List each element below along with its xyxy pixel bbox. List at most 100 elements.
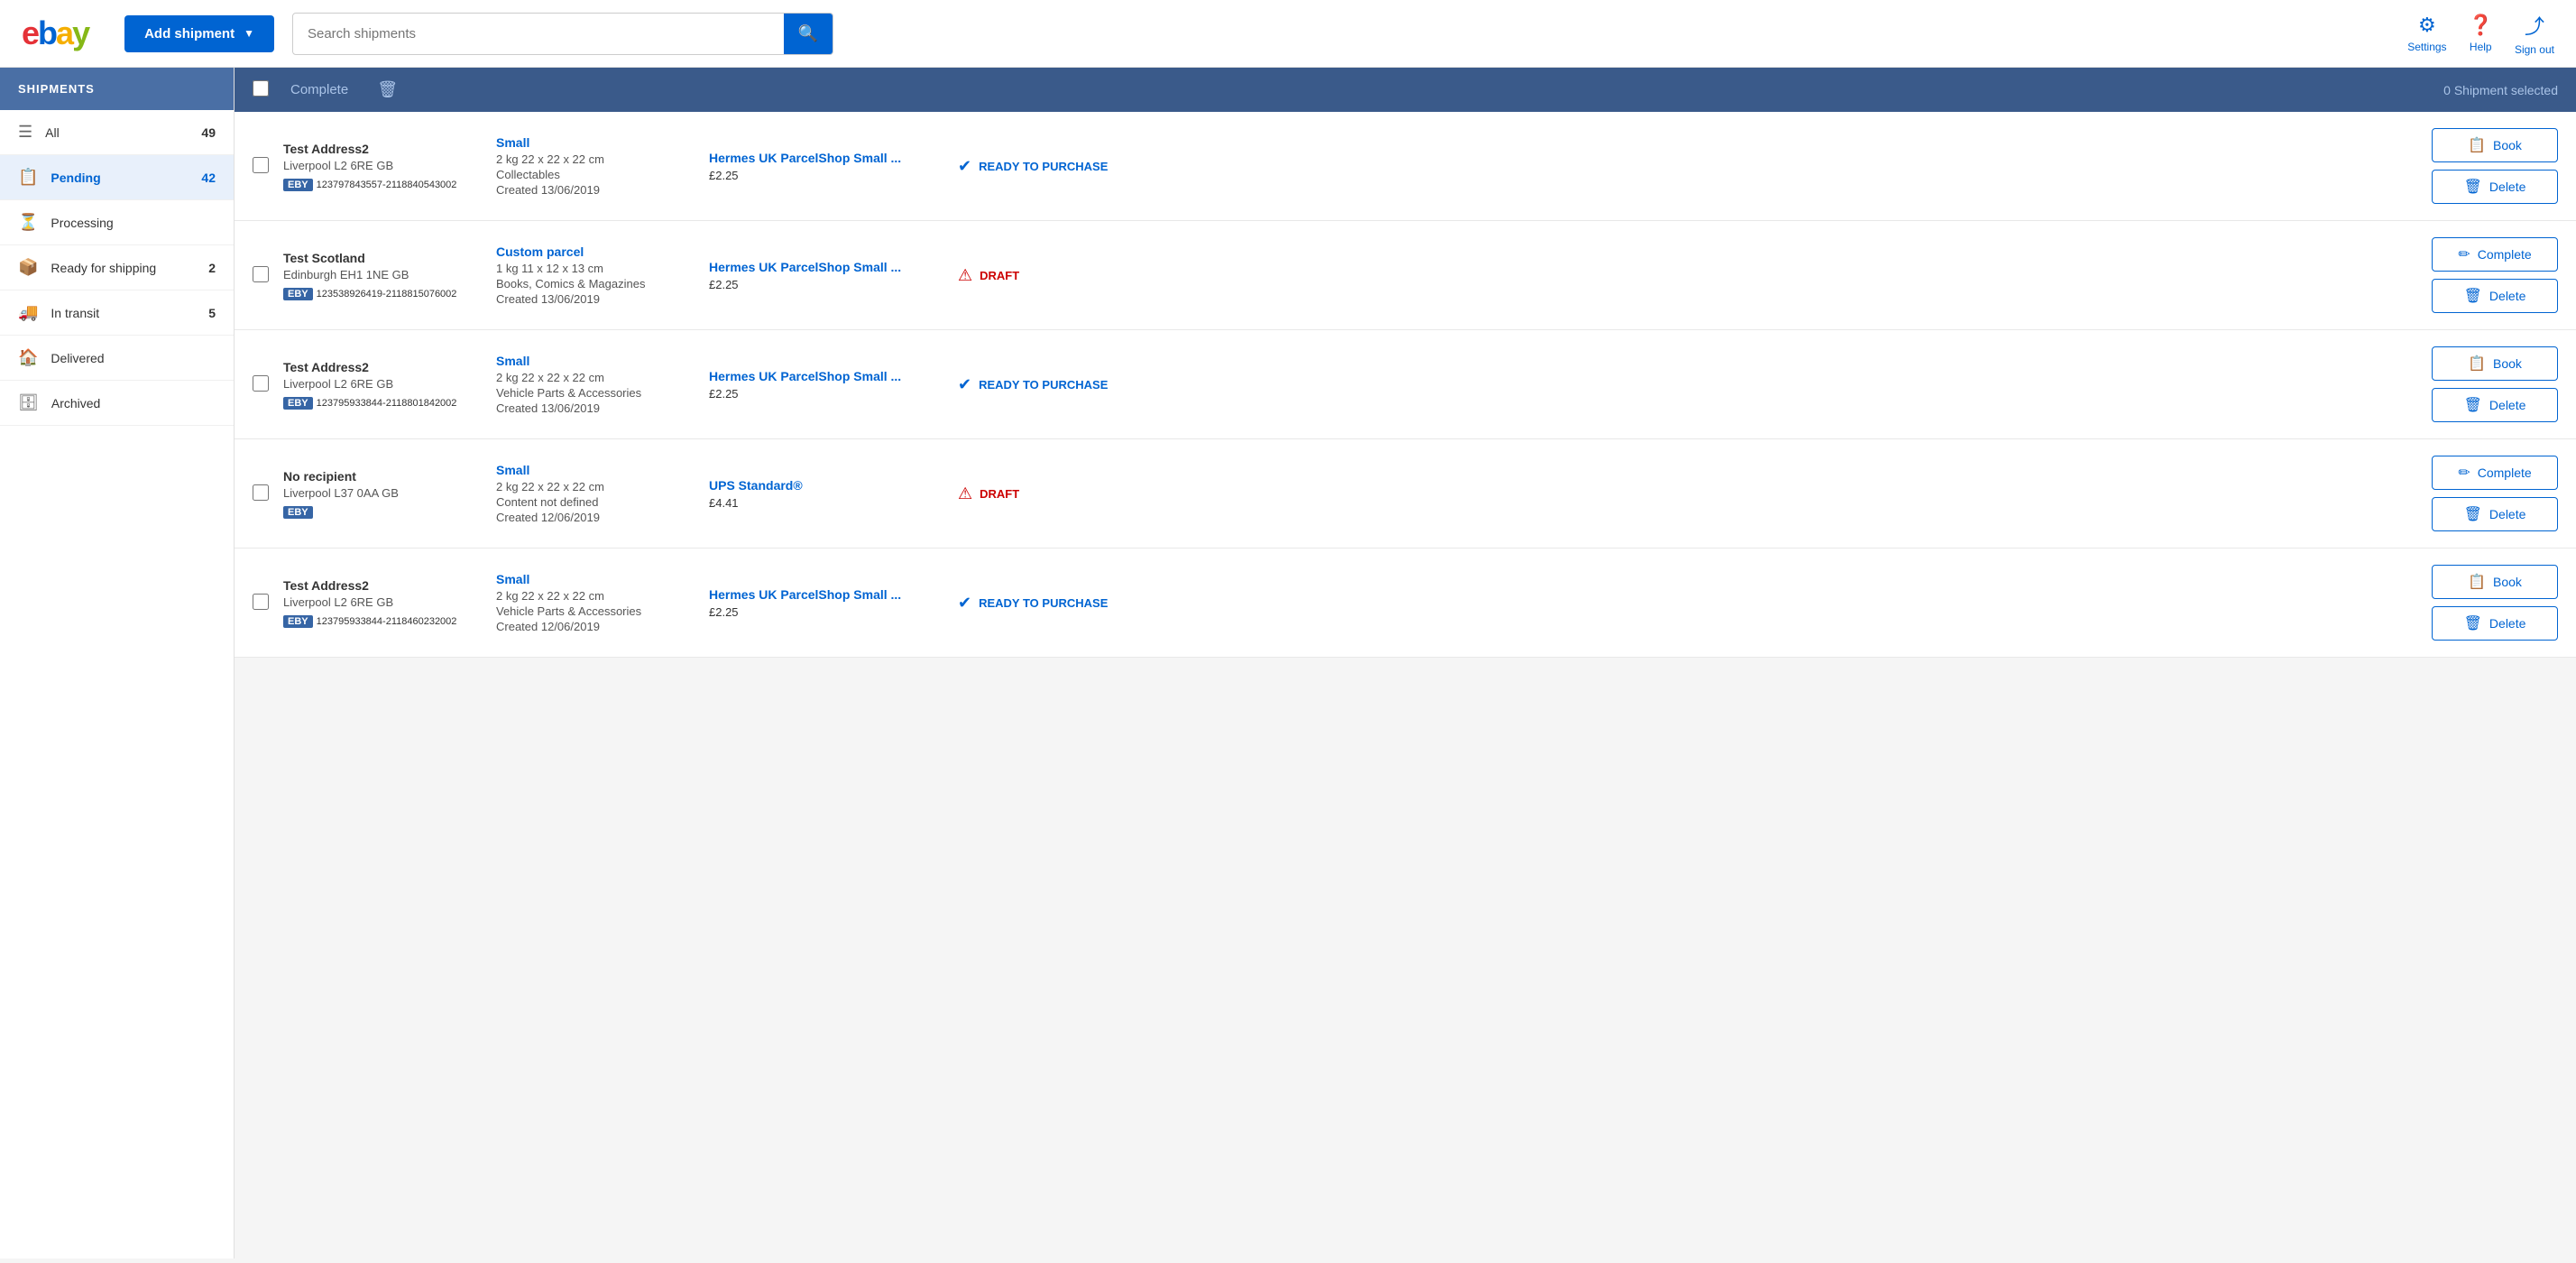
shipment-list: Test Address2 Liverpool L2 6RE GB EBY 123… xyxy=(235,112,2576,658)
sidebar-item-archived[interactable]: 🗄 Archived xyxy=(0,381,234,426)
row-checkbox-5[interactable] xyxy=(253,594,269,613)
address-city-1: Liverpool L2 6RE GB xyxy=(283,159,482,172)
toolbar-delete-button[interactable]: 🗑 xyxy=(370,77,405,103)
trash-icon: 🗑 xyxy=(377,80,398,98)
service-col-4: UPS Standard® £4.41 xyxy=(709,478,943,510)
service-price-5: £2.25 xyxy=(709,605,943,619)
actions-col-4: ✏ Complete 🗑 Delete xyxy=(1153,456,2558,531)
tracking-2: 123538926419-2118815076002 xyxy=(317,289,457,300)
sidebar-item-all[interactable]: ☰ All 49 xyxy=(0,110,234,155)
delete-button-1[interactable]: 🗑 Delete xyxy=(2432,170,2558,204)
parcel-col-1: Small 2 kg 22 x 22 x 22 cm Collectables … xyxy=(496,135,695,197)
row-checkbox-1[interactable] xyxy=(253,157,269,176)
book-button-5[interactable]: 📋 Book xyxy=(2432,565,2558,599)
delete-icon-3: 🗑 xyxy=(2464,396,2482,414)
book-button-3[interactable]: 📋 Book xyxy=(2432,346,2558,381)
delete-button-4[interactable]: 🗑 Delete xyxy=(2432,497,2558,531)
delete-icon-4: 🗑 xyxy=(2464,505,2482,523)
sidebar-label-transit: In transit xyxy=(51,306,208,320)
status-col-3: ✔ READY TO PURCHASE xyxy=(958,375,1138,394)
parcel-type-1: Small xyxy=(496,135,695,150)
status-col-4: ⚠ DRAFT xyxy=(958,484,1138,503)
badge-2: EBY xyxy=(283,288,313,300)
check-icon-1: ✔ xyxy=(958,157,971,176)
delete-label-1: Delete xyxy=(2489,180,2525,194)
status-label-1: READY TO PURCHASE xyxy=(979,160,1108,173)
address-name-1: Test Address2 xyxy=(283,142,482,156)
help-nav[interactable]: ❓ Help xyxy=(2469,14,2493,53)
sidebar-count-pending: 42 xyxy=(201,171,216,185)
sidebar: SHIPMENTS ☰ All 49 📋 Pending 42 ⏳ Proces… xyxy=(0,68,235,1258)
row-checkbox-4[interactable] xyxy=(253,484,269,503)
sidebar-item-transit[interactable]: 🚚 In transit 5 xyxy=(0,290,234,336)
parcel-col-3: Small 2 kg 22 x 22 x 22 cm Vehicle Parts… xyxy=(496,354,695,415)
sidebar-label-archived: Archived xyxy=(51,396,216,410)
sidebar-title: SHIPMENTS xyxy=(0,68,234,110)
delete-icon-2: 🗑 xyxy=(2464,287,2482,305)
badge-1: EBY xyxy=(283,179,313,191)
book-label-1: Book xyxy=(2493,138,2522,152)
ebay-logo: ebay xyxy=(22,14,88,52)
address-col-1: Test Address2 Liverpool L2 6RE GB EBY123… xyxy=(283,142,482,191)
delete-button-3[interactable]: 🗑 Delete xyxy=(2432,388,2558,422)
parcel-type-4: Small xyxy=(496,463,695,477)
delete-button-5[interactable]: 🗑 Delete xyxy=(2432,606,2558,641)
complete-button-2[interactable]: ✏ Complete xyxy=(2432,237,2558,272)
delete-button-2[interactable]: 🗑 Delete xyxy=(2432,279,2558,313)
parcel-dims-4: 2 kg 22 x 22 x 22 cm xyxy=(496,480,695,493)
service-col-1: Hermes UK ParcelShop Small ... £2.25 xyxy=(709,151,943,182)
add-shipment-label: Add shipment xyxy=(144,26,235,41)
processing-icon: ⏳ xyxy=(18,213,38,232)
search-button[interactable]: 🔍 xyxy=(784,14,833,54)
table-row: Test Scotland Edinburgh EH1 1NE GB EBY12… xyxy=(235,221,2576,330)
address-city-5: Liverpool L2 6RE GB xyxy=(283,595,482,609)
select-all-checkbox[interactable] xyxy=(253,80,269,99)
sidebar-count-ready: 2 xyxy=(208,261,216,275)
settings-nav[interactable]: ⚙ Settings xyxy=(2407,14,2446,53)
parcel-date-3: Created 13/06/2019 xyxy=(496,401,695,415)
add-shipment-button[interactable]: Add shipment ▼ xyxy=(124,15,274,52)
logo-y: y xyxy=(72,14,88,51)
table-row: Test Address2 Liverpool L2 6RE GB EBY123… xyxy=(235,549,2576,658)
service-name-3: Hermes UK ParcelShop Small ... xyxy=(709,369,943,383)
parcel-type-3: Small xyxy=(496,354,695,368)
transit-icon: 🚚 xyxy=(18,303,38,322)
sidebar-item-processing[interactable]: ⏳ Processing xyxy=(0,200,234,245)
table-row: Test Address2 Liverpool L2 6RE GB EBY123… xyxy=(235,112,2576,221)
sidebar-count-all: 49 xyxy=(201,125,216,140)
row-checkbox-2[interactable] xyxy=(253,266,269,285)
sidebar-item-pending[interactable]: 📋 Pending 42 xyxy=(0,155,234,200)
tracking-3: 123795933844-2118801842002 xyxy=(317,398,457,409)
delete-label-5: Delete xyxy=(2489,616,2525,631)
parcel-cat-4: Content not defined xyxy=(496,495,695,509)
address-col-4: No recipient Liverpool L37 0AA GB EBY xyxy=(283,469,482,519)
main-content: Complete 🗑 0 Shipment selected Test Addr… xyxy=(235,68,2576,1258)
logo-b: b xyxy=(38,14,56,51)
actions-col-5: 📋 Book 🗑 Delete xyxy=(1153,565,2558,641)
select-all-input[interactable] xyxy=(253,80,269,97)
book-button-1[interactable]: 📋 Book xyxy=(2432,128,2558,162)
complete-label-4: Complete xyxy=(2478,466,2532,480)
signout-nav[interactable]: ⤴ Sign out xyxy=(2515,11,2554,56)
sidebar-item-ready[interactable]: 📦 Ready for shipping 2 xyxy=(0,245,234,290)
parcel-dims-3: 2 kg 22 x 22 x 22 cm xyxy=(496,371,695,384)
parcel-date-4: Created 12/06/2019 xyxy=(496,511,695,524)
toolbar: Complete 🗑 0 Shipment selected xyxy=(235,68,2576,112)
parcel-date-2: Created 13/06/2019 xyxy=(496,292,695,306)
tracking-5: 123795933844-2118460232002 xyxy=(317,616,457,627)
parcel-cat-3: Vehicle Parts & Accessories xyxy=(496,386,695,400)
address-col-2: Test Scotland Edinburgh EH1 1NE GB EBY12… xyxy=(283,251,482,300)
status-label-2: DRAFT xyxy=(980,269,1019,282)
status-col-5: ✔ READY TO PURCHASE xyxy=(958,594,1138,613)
complete-label-2: Complete xyxy=(2478,247,2532,262)
complete-button-4[interactable]: ✏ Complete xyxy=(2432,456,2558,490)
service-name-2: Hermes UK ParcelShop Small ... xyxy=(709,260,943,274)
toolbar-complete-button[interactable]: Complete xyxy=(283,78,355,101)
delivered-icon: 🏠 xyxy=(18,348,38,367)
parcel-dims-2: 1 kg 11 x 12 x 13 cm xyxy=(496,262,695,275)
search-input[interactable] xyxy=(293,15,784,52)
address-name-2: Test Scotland xyxy=(283,251,482,265)
sidebar-item-delivered[interactable]: 🏠 Delivered xyxy=(0,336,234,381)
row-checkbox-3[interactable] xyxy=(253,375,269,394)
status-label-5: READY TO PURCHASE xyxy=(979,596,1108,610)
